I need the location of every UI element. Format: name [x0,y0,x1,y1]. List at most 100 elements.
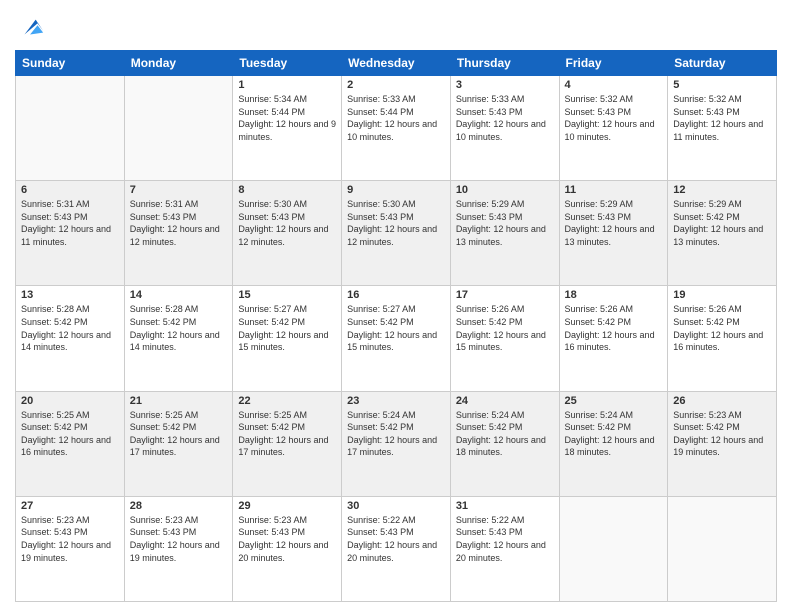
day-number: 25 [565,395,663,407]
day-number: 8 [238,184,336,196]
weekday-header-saturday: Saturday [668,51,777,76]
calendar-cell: 23 Sunrise: 5:24 AMSunset: 5:42 PMDayligh… [342,391,451,496]
day-number: 20 [21,395,119,407]
weekday-header-thursday: Thursday [450,51,559,76]
day-info: Sunrise: 5:23 AMSunset: 5:43 PMDaylight:… [238,514,336,564]
day-info: Sunrise: 5:26 AMSunset: 5:42 PMDaylight:… [456,303,554,353]
day-number: 18 [565,289,663,301]
day-number: 28 [130,500,228,512]
weekday-header-friday: Friday [559,51,668,76]
day-info: Sunrise: 5:26 AMSunset: 5:42 PMDaylight:… [565,303,663,353]
header [15,10,777,42]
day-number: 13 [21,289,119,301]
calendar-cell: 4 Sunrise: 5:32 AMSunset: 5:43 PMDaylight… [559,76,668,181]
day-number: 17 [456,289,554,301]
calendar-cell: 7 Sunrise: 5:31 AMSunset: 5:43 PMDaylight… [124,181,233,286]
calendar-cell: 10 Sunrise: 5:29 AMSunset: 5:43 PMDayligh… [450,181,559,286]
day-number: 22 [238,395,336,407]
calendar-cell: 8 Sunrise: 5:30 AMSunset: 5:43 PMDaylight… [233,181,342,286]
day-info: Sunrise: 5:22 AMSunset: 5:43 PMDaylight:… [456,514,554,564]
day-number: 11 [565,184,663,196]
calendar-cell: 21 Sunrise: 5:25 AMSunset: 5:42 PMDayligh… [124,391,233,496]
calendar-week-row: 1 Sunrise: 5:34 AMSunset: 5:44 PMDaylight… [16,76,777,181]
day-number: 2 [347,79,445,91]
day-number: 3 [456,79,554,91]
logo-icon [17,14,45,42]
day-number: 16 [347,289,445,301]
day-number: 15 [238,289,336,301]
logo [15,14,45,42]
day-info: Sunrise: 5:31 AMSunset: 5:43 PMDaylight:… [130,198,228,248]
calendar-cell: 1 Sunrise: 5:34 AMSunset: 5:44 PMDaylight… [233,76,342,181]
day-info: Sunrise: 5:32 AMSunset: 5:43 PMDaylight:… [565,93,663,143]
page: SundayMondayTuesdayWednesdayThursdayFrid… [0,0,792,612]
day-info: Sunrise: 5:32 AMSunset: 5:43 PMDaylight:… [673,93,771,143]
day-info: Sunrise: 5:34 AMSunset: 5:44 PMDaylight:… [238,93,336,143]
calendar-cell: 12 Sunrise: 5:29 AMSunset: 5:42 PMDayligh… [668,181,777,286]
day-info: Sunrise: 5:30 AMSunset: 5:43 PMDaylight:… [347,198,445,248]
calendar-cell: 31 Sunrise: 5:22 AMSunset: 5:43 PMDayligh… [450,496,559,601]
day-number: 10 [456,184,554,196]
calendar-cell: 15 Sunrise: 5:27 AMSunset: 5:42 PMDayligh… [233,286,342,391]
calendar-week-row: 20 Sunrise: 5:25 AMSunset: 5:42 PMDayligh… [16,391,777,496]
day-info: Sunrise: 5:23 AMSunset: 5:43 PMDaylight:… [130,514,228,564]
day-info: Sunrise: 5:29 AMSunset: 5:43 PMDaylight:… [456,198,554,248]
day-number: 9 [347,184,445,196]
day-number: 1 [238,79,336,91]
day-number: 4 [565,79,663,91]
day-info: Sunrise: 5:24 AMSunset: 5:42 PMDaylight:… [565,409,663,459]
day-number: 12 [673,184,771,196]
calendar-cell: 17 Sunrise: 5:26 AMSunset: 5:42 PMDayligh… [450,286,559,391]
calendar-cell: 29 Sunrise: 5:23 AMSunset: 5:43 PMDayligh… [233,496,342,601]
weekday-header-wednesday: Wednesday [342,51,451,76]
calendar-cell: 16 Sunrise: 5:27 AMSunset: 5:42 PMDayligh… [342,286,451,391]
day-number: 26 [673,395,771,407]
day-info: Sunrise: 5:31 AMSunset: 5:43 PMDaylight:… [21,198,119,248]
day-info: Sunrise: 5:29 AMSunset: 5:42 PMDaylight:… [673,198,771,248]
calendar-cell: 27 Sunrise: 5:23 AMSunset: 5:43 PMDayligh… [16,496,125,601]
day-info: Sunrise: 5:25 AMSunset: 5:42 PMDaylight:… [130,409,228,459]
calendar-cell [16,76,125,181]
day-number: 30 [347,500,445,512]
day-info: Sunrise: 5:24 AMSunset: 5:42 PMDaylight:… [456,409,554,459]
calendar-cell: 25 Sunrise: 5:24 AMSunset: 5:42 PMDayligh… [559,391,668,496]
day-number: 27 [21,500,119,512]
calendar-cell [668,496,777,601]
calendar-week-row: 27 Sunrise: 5:23 AMSunset: 5:43 PMDayligh… [16,496,777,601]
day-number: 31 [456,500,554,512]
calendar-cell: 26 Sunrise: 5:23 AMSunset: 5:42 PMDayligh… [668,391,777,496]
calendar: SundayMondayTuesdayWednesdayThursdayFrid… [15,50,777,602]
day-info: Sunrise: 5:22 AMSunset: 5:43 PMDaylight:… [347,514,445,564]
day-info: Sunrise: 5:30 AMSunset: 5:43 PMDaylight:… [238,198,336,248]
calendar-cell: 30 Sunrise: 5:22 AMSunset: 5:43 PMDayligh… [342,496,451,601]
calendar-cell: 6 Sunrise: 5:31 AMSunset: 5:43 PMDaylight… [16,181,125,286]
calendar-cell: 5 Sunrise: 5:32 AMSunset: 5:43 PMDaylight… [668,76,777,181]
calendar-cell: 24Sunrise: 5:24 AMSunset: 5:42 PMDayligh… [450,391,559,496]
day-info: Sunrise: 5:27 AMSunset: 5:42 PMDaylight:… [347,303,445,353]
calendar-cell: 3Sunrise: 5:33 AMSunset: 5:43 PMDaylight… [450,76,559,181]
calendar-cell: 13 Sunrise: 5:28 AMSunset: 5:42 PMDayligh… [16,286,125,391]
calendar-cell: 11 Sunrise: 5:29 AMSunset: 5:43 PMDayligh… [559,181,668,286]
calendar-cell [124,76,233,181]
calendar-cell: 28 Sunrise: 5:23 AMSunset: 5:43 PMDayligh… [124,496,233,601]
day-number: 29 [238,500,336,512]
day-number: 6 [21,184,119,196]
day-number: 23 [347,395,445,407]
day-info: Sunrise: 5:23 AMSunset: 5:43 PMDaylight:… [21,514,119,564]
day-number: 7 [130,184,228,196]
calendar-cell: 9 Sunrise: 5:30 AMSunset: 5:43 PMDaylight… [342,181,451,286]
calendar-week-row: 6 Sunrise: 5:31 AMSunset: 5:43 PMDaylight… [16,181,777,286]
day-info: Sunrise: 5:28 AMSunset: 5:42 PMDaylight:… [21,303,119,353]
day-info: Sunrise: 5:23 AMSunset: 5:42 PMDaylight:… [673,409,771,459]
day-info: Sunrise: 5:29 AMSunset: 5:43 PMDaylight:… [565,198,663,248]
calendar-cell [559,496,668,601]
day-number: 5 [673,79,771,91]
calendar-cell: 20Sunrise: 5:25 AMSunset: 5:42 PMDayligh… [16,391,125,496]
day-info: Sunrise: 5:28 AMSunset: 5:42 PMDaylight:… [130,303,228,353]
day-info: Sunrise: 5:27 AMSunset: 5:42 PMDaylight:… [238,303,336,353]
day-info: Sunrise: 5:24 AMSunset: 5:42 PMDaylight:… [347,409,445,459]
calendar-cell: 2Sunrise: 5:33 AMSunset: 5:44 PMDaylight… [342,76,451,181]
weekday-header-monday: Monday [124,51,233,76]
calendar-cell: 14Sunrise: 5:28 AMSunset: 5:42 PMDayligh… [124,286,233,391]
day-number: 21 [130,395,228,407]
